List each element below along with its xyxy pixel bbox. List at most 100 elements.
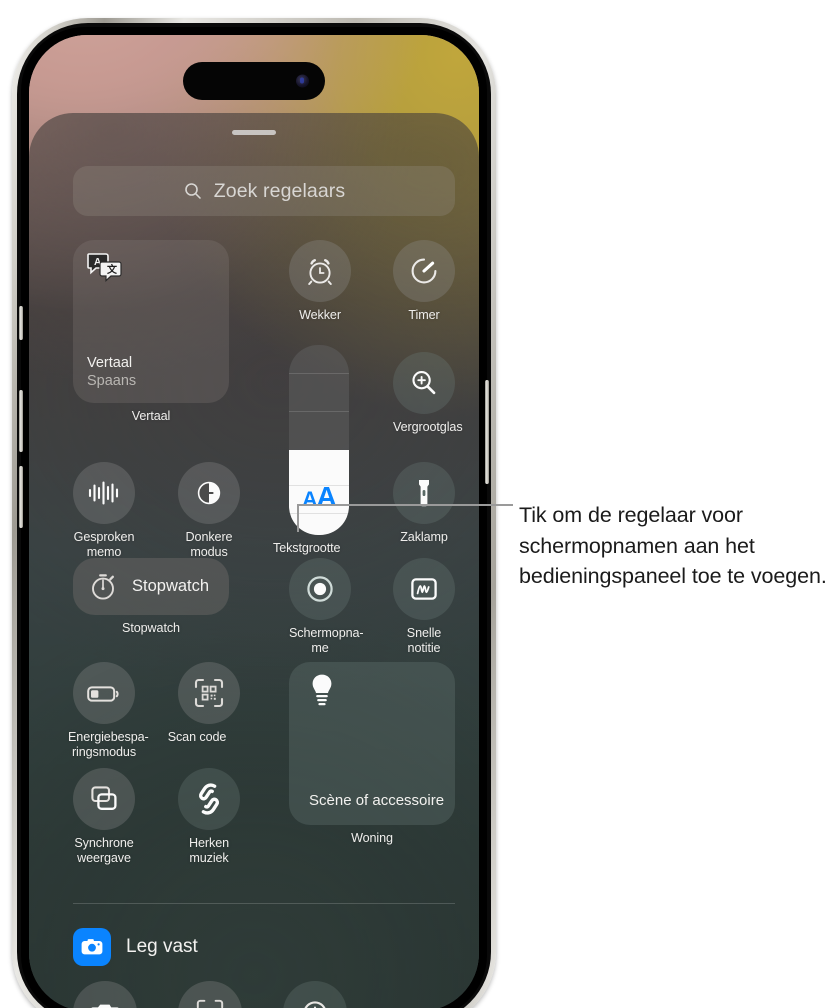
- volume-down-button[interactable]: [19, 466, 23, 528]
- scan-code-caption: Scan code: [167, 730, 227, 744]
- voice-memo-caption-text: Gesproken memo: [73, 530, 135, 559]
- flashlight-button[interactable]: [393, 462, 455, 524]
- quick-note-icon: [411, 578, 437, 600]
- front-camera-icon: [296, 74, 309, 88]
- screen-record-caption: Schermopna- me: [289, 626, 364, 655]
- dynamic-island: [183, 62, 325, 100]
- iphone-screen: Zoek regelaars A 文 Vertaal Spaans Vertaa…: [29, 35, 479, 1008]
- control-shazam[interactable]: Herken muziek: [178, 768, 240, 865]
- stopwatch-pill[interactable]: Stopwatch: [73, 558, 229, 615]
- plus-circle-icon: [304, 1001, 326, 1008]
- iphone-device-frame: Zoek regelaars A 文 Vertaal Spaans Vertaa…: [12, 18, 496, 1008]
- callout-text: Tik om de regelaar voor schermopnamen aa…: [519, 503, 827, 588]
- control-screen-record[interactable]: Schermopna- me: [289, 558, 364, 655]
- quick-note-button[interactable]: [393, 558, 455, 620]
- control-voice-memo[interactable]: Gesproken memo: [73, 462, 135, 559]
- shazam-caption-line1: Herken: [189, 836, 229, 850]
- aa-small: A: [302, 488, 317, 511]
- low-power-caption: Energiebespa- ringsmodus: [68, 730, 149, 759]
- action-button[interactable]: [19, 306, 23, 340]
- shazam-caption: Herken muziek: [178, 836, 240, 865]
- alarm-caption: Wekker: [299, 308, 341, 322]
- home-tile[interactable]: Scène of accessoire: [289, 662, 455, 825]
- section-divider: [73, 903, 455, 904]
- aa-large: A: [316, 481, 336, 512]
- translate-caption: Vertaal: [131, 409, 171, 423]
- control-translate[interactable]: A 文 Vertaal Spaans Vertaal: [73, 240, 229, 424]
- shazam-icon: [198, 783, 220, 815]
- screenshot-root: Zoek regelaars A 文 Vertaal Spaans Vertaa…: [0, 0, 838, 1008]
- magnifier-caption: Vergrootglas: [393, 420, 463, 434]
- panel-drag-handle[interactable]: [232, 130, 276, 135]
- screen-record-caption-line2: me: [311, 640, 329, 655]
- qr-scan-icon: [194, 678, 224, 708]
- magnifier-button[interactable]: [393, 352, 455, 414]
- control-screen-mirroring[interactable]: Synchrone weergave: [73, 768, 143, 865]
- control-scan-code[interactable]: Scan code: [168, 662, 240, 745]
- camera-icon: [73, 928, 111, 966]
- volume-up-button[interactable]: [19, 390, 23, 452]
- screen-record-button[interactable]: [289, 558, 351, 620]
- translate-tile[interactable]: A 文 Vertaal Spaans: [73, 240, 229, 403]
- slider-tick: [289, 373, 349, 374]
- control-quick-note[interactable]: Snelle notitie: [393, 558, 455, 655]
- screen-record-caption-line1: Schermopna-: [289, 626, 364, 640]
- control-home[interactable]: Scène of accessoire Woning: [289, 662, 455, 846]
- control-alarm[interactable]: Wekker: [289, 240, 351, 323]
- timer-icon: [411, 258, 437, 284]
- quick-note-caption: Snelle notitie: [406, 626, 442, 655]
- control-magnifier[interactable]: Vergrootglas: [393, 352, 463, 435]
- lightbulb-icon: [309, 672, 335, 715]
- translate-title: Vertaal: [87, 355, 133, 371]
- home-tile-text: Scène of accessoire: [309, 792, 444, 810]
- shazam-caption-line2: muziek: [189, 850, 229, 865]
- search-controls-field[interactable]: Zoek regelaars: [73, 166, 455, 216]
- search-placeholder: Zoek regelaars: [213, 179, 346, 202]
- text-size-caption: Tekstgrootte: [273, 541, 341, 555]
- screen-mirroring-button[interactable]: [73, 768, 135, 830]
- scan-code-button[interactable]: [178, 662, 240, 724]
- camera-photo-icon: [91, 1004, 119, 1008]
- dark-mode-circle-icon: [197, 481, 221, 505]
- flashlight-caption: Zaklamp: [400, 530, 448, 544]
- search-icon: [184, 183, 201, 199]
- screen-mirroring-icon: [91, 786, 117, 810]
- slider-tick: [289, 411, 349, 412]
- screen-mirroring-caption: Synchrone weergave: [65, 836, 143, 865]
- timer-caption: Timer: [408, 308, 440, 322]
- svg-text:文: 文: [107, 263, 118, 276]
- capture-label: Leg vast: [126, 936, 198, 957]
- screen-mirroring-caption-line2: weergave: [77, 850, 131, 865]
- screen-record-icon: [307, 576, 333, 602]
- side-power-button[interactable]: [485, 380, 489, 484]
- alarm-clock-icon: [308, 259, 332, 285]
- shazam-button[interactable]: [178, 768, 240, 830]
- voice-memo-button[interactable]: [73, 462, 135, 524]
- translate-icon: A 文: [87, 252, 123, 287]
- timer-button[interactable]: [393, 240, 455, 302]
- alarm-button[interactable]: [289, 240, 351, 302]
- stopwatch-icon: [92, 573, 114, 600]
- dark-mode-caption: Donkere modus: [178, 530, 240, 559]
- dark-mode-caption-text: Donkere modus: [185, 530, 233, 559]
- screen-mirroring-caption-line1: Synchrone: [74, 836, 134, 850]
- battery-low-power-icon: [87, 686, 119, 702]
- waveform-icon: [88, 481, 119, 505]
- low-power-caption-line2: ringsmodus: [71, 744, 137, 759]
- magnifier-plus-icon: [412, 371, 436, 395]
- translate-tile-text: Vertaal Spaans: [87, 354, 136, 390]
- translate-subtitle: Spaans: [87, 373, 137, 389]
- stopwatch-caption: Stopwatch: [122, 621, 180, 635]
- capture-section[interactable]: Leg vast: [73, 928, 198, 966]
- qr-scan-icon: [196, 999, 224, 1008]
- control-stopwatch[interactable]: Stopwatch Stopwatch: [73, 558, 229, 636]
- dark-mode-button[interactable]: [178, 462, 240, 524]
- low-power-caption-line1: Energiebespa-: [68, 730, 149, 744]
- control-timer[interactable]: Timer: [393, 240, 455, 323]
- home-caption: Woning: [351, 831, 393, 845]
- stopwatch-label: Stopwatch: [132, 577, 210, 595]
- control-dark-mode[interactable]: Donkere modus: [178, 462, 240, 559]
- low-power-button[interactable]: [73, 662, 135, 724]
- control-low-power[interactable]: Energiebespa- ringsmodus: [68, 662, 149, 759]
- voice-memo-caption: Gesproken memo: [73, 530, 135, 559]
